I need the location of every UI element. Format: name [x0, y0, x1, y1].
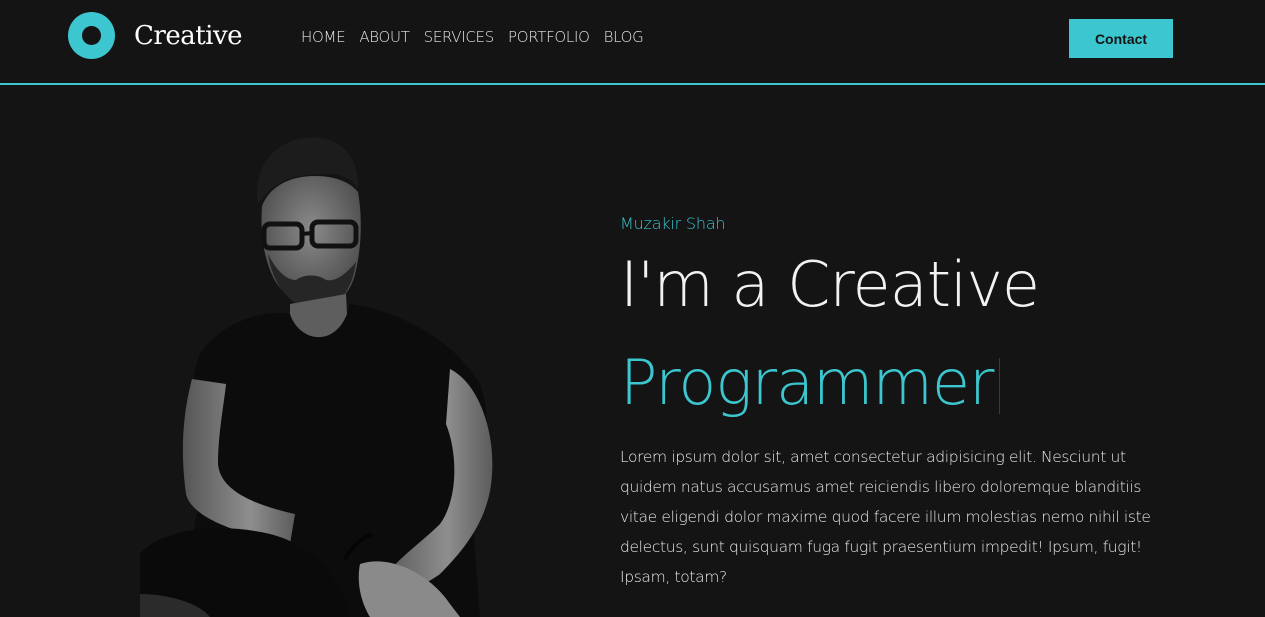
hero-name: Muzakir Shah	[620, 214, 726, 233]
hero-title: I'm a Creative	[620, 248, 1040, 321]
ring-logo-icon	[68, 12, 115, 59]
main-nav: HOME ABOUT SERVICES PORTFOLIO BLOG	[301, 28, 644, 46]
page: Creative HOME ABOUT SERVICES PORTFOLIO B…	[0, 0, 1265, 617]
nav-link-home[interactable]: HOME	[301, 28, 346, 46]
nav-link-blog[interactable]: BLOG	[604, 28, 644, 46]
navbar: Creative HOME ABOUT SERVICES PORTFOLIO B…	[0, 0, 1265, 85]
hero-description: Lorem ipsum dolor sit, amet consectetur …	[620, 448, 1151, 586]
hero-role: Programmer	[620, 346, 994, 419]
nav-link-portfolio[interactable]: PORTFOLIO	[508, 28, 590, 46]
hero-section: Muzakir Shah I'm a Creative Programmer L…	[620, 214, 1180, 586]
typing-cursor	[999, 358, 1001, 414]
nav-link-services[interactable]: SERVICES	[424, 28, 495, 46]
nav-link-about[interactable]: ABOUT	[359, 28, 410, 46]
brand-name: Creative	[134, 20, 243, 51]
portrait-image	[140, 137, 493, 617]
contact-button[interactable]: Contact	[1069, 19, 1173, 58]
hero-role-line: Programmer	[620, 352, 1001, 414]
brand-link[interactable]: Creative	[68, 12, 243, 59]
